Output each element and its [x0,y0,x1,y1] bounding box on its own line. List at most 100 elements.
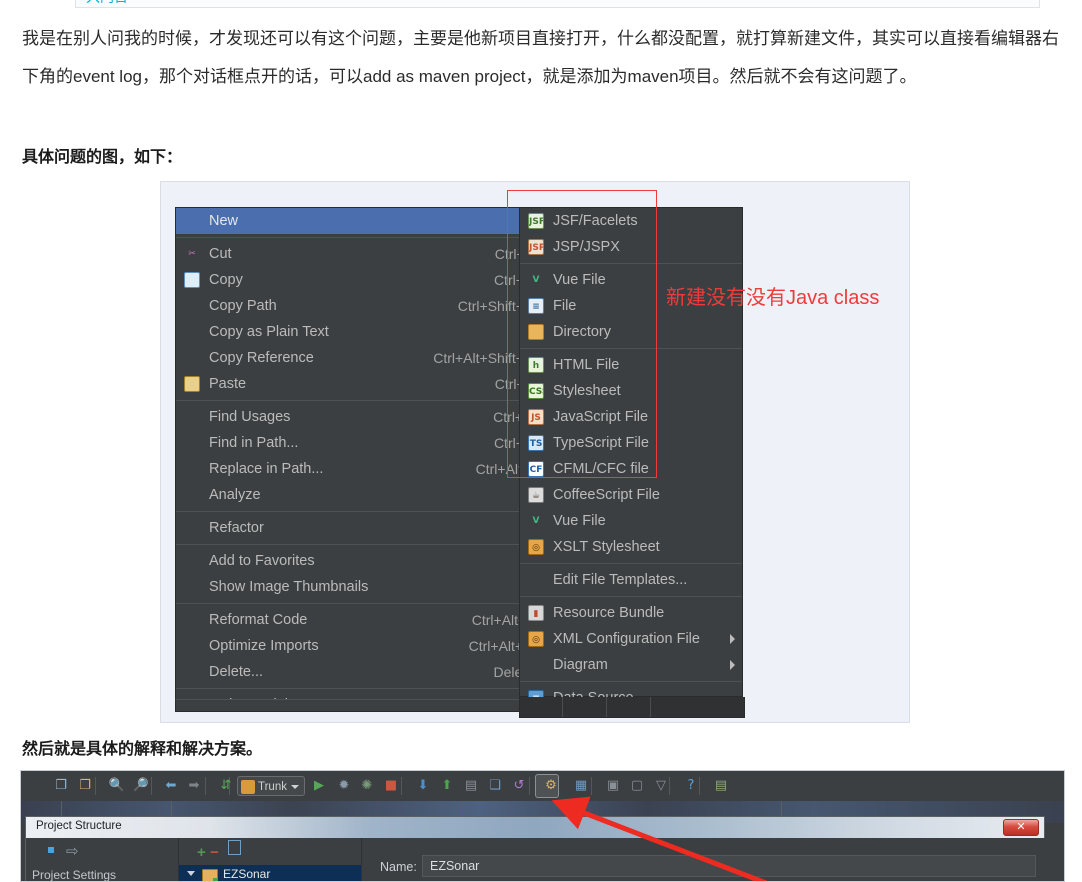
menu-item-replace-in-path[interactable]: Replace in Path... Ctrl+Alt+I [176,456,542,482]
new-submenu-footer [519,697,745,718]
back-arrow-icon[interactable]: ⬅ [161,776,181,796]
menu-item-label: Optimize Imports [209,638,319,654]
submenu-item-directory[interactable]: Directory [520,319,742,345]
menu-item-copy-as-plain-text[interactable]: Copy as Plain Text [176,319,542,345]
menu-item-copy-path[interactable]: Copy Path Ctrl+Shift+C [176,293,542,319]
new-file-icon[interactable]: ❐ [51,776,71,796]
menu-item-find-in-path[interactable]: Find in Path... Ctrl+H [176,430,542,456]
submenu-item-xslt-stylesheet[interactable]: ◎ XSLT Stylesheet [520,534,742,560]
menu-item-copy-reference[interactable]: Copy Reference Ctrl+Alt+Shift+C [176,345,542,371]
stop-icon[interactable]: ■ [381,776,401,796]
submenu-item-stylesheet[interactable]: CSS Stylesheet [520,378,742,404]
menu-item-add-to-favorites[interactable]: Add to Favorites [176,548,542,574]
context-menu[interactable]: New ✂ Cut Ctrl+X Copy Ctrl+C Copy Path Ctrl+Shi… [175,207,543,713]
copy-module-icon[interactable] [227,840,241,855]
name-input[interactable]: EZSonar [422,855,1036,877]
run-icon[interactable]: ▶ [309,776,329,796]
submenu-item-javascript-file[interactable]: JS JavaScript File [520,404,742,430]
submenu-item-cfml-cfc-file[interactable]: CF CFML/CFC file [520,456,742,482]
submenu-item-diagram[interactable]: Diagram [520,652,742,678]
module-toolbar[interactable]: + − [197,840,241,861]
menu-item-label: Copy Reference [209,350,314,366]
submenu-item-resource-bundle[interactable]: ▮ Resource Bundle [520,600,742,626]
menu-item-label: Copy Path [209,298,277,314]
menu-item-label: Find in Path... [209,435,299,451]
diff-icon[interactable]: ❏ [485,776,505,796]
menu-item-reformat-code[interactable]: Reformat Code Ctrl+Alt+L [176,607,542,633]
menu-item-label: Reformat Code [209,612,308,628]
menu-item-optimize-imports[interactable]: Optimize Imports Ctrl+Alt+O [176,633,542,659]
menu-item-show-image-thumbnails[interactable]: Show Image Thumbnails [176,574,542,600]
submenu-separator [520,263,742,264]
android-icon[interactable]: ▽ [651,776,671,796]
menu-item-label: Cut [209,246,232,262]
submenu-item-jsp-jspx[interactable]: JSP JSP/JSPX [520,234,742,260]
submenu-item-jsf-facelets[interactable]: JSF JSF/Facelets [520,208,742,234]
menu-item-label: Analyze [209,487,261,503]
menu-item-label: New [209,213,239,229]
menu-item-copy[interactable]: Copy Ctrl+C [176,267,542,293]
submenu-arrow-icon [730,634,735,644]
vcs-update-icon[interactable]: ⬇ [413,776,433,796]
submenu-item-label: Vue File [553,272,606,288]
search-icon[interactable]: 🔍 [107,776,127,796]
help-icon[interactable]: ? [681,776,701,796]
submenu-item-html-file[interactable]: h HTML File [520,352,742,378]
submenu-item-label: Vue File [553,513,606,529]
module-folder-icon [202,869,218,881]
menu-item-label: Delete... [209,664,263,680]
submenu-item-label: Directory [553,324,612,340]
html-file-icon: h [528,357,544,373]
vcs-branch-selector[interactable]: Trunk [237,776,305,796]
dialog-left-panel[interactable]: ⇨ Project Settings [26,838,178,881]
debug-icon[interactable]: ✹ [334,776,354,796]
submenu-item-coffeescript-file[interactable]: ☕ CoffeeScript File [520,482,742,508]
save-all-icon[interactable]: ▤ [711,776,731,796]
run-coverage-icon[interactable]: ✺ [357,776,377,796]
menu-item-paste[interactable]: Paste Ctrl+V [176,371,542,397]
module-tree-row[interactable]: EZSonar [179,865,361,881]
copy-icon [184,272,200,288]
safe-icon[interactable]: ▤ [461,776,481,796]
submenu-item-typescript-file[interactable]: TS TypeScript File [520,430,742,456]
open-file-icon[interactable]: ❐ [75,776,95,796]
add-module-icon[interactable]: + [197,844,206,861]
menu-item-new[interactable]: New [176,208,542,234]
menu-item-find-usages[interactable]: Find Usages Ctrl+G [176,404,542,430]
menu-item-delete[interactable]: Delete... Delete [176,659,542,685]
typescript-file-icon: TS [528,435,544,451]
context-menu-screenshot: New ✂ Cut Ctrl+X Copy Ctrl+C Copy Path Ctrl+Shi… [160,181,910,723]
jsf-file-icon: JSF [528,213,544,229]
revert-icon[interactable]: ↺ [509,776,529,796]
submenu-item-label: Diagram [553,657,608,673]
menu-item-label: Replace in Path... [209,461,324,477]
submenu-item-vue-file[interactable]: V Vue File [520,508,742,534]
submenu-item-label: JSP/JSPX [553,239,620,255]
menu-item-cut[interactable]: ✂ Cut Ctrl+X [176,241,542,267]
quoted-link-box: 入门日 [75,0,1040,8]
vcs-commit-icon[interactable]: ⬆ [437,776,457,796]
forward-arrow-icon[interactable]: ➡ [184,776,204,796]
menu-item-analyze[interactable]: Analyze [176,482,542,508]
javascript-file-icon: JS [528,409,544,425]
quoted-link-text[interactable]: 入门日 [86,0,128,7]
close-icon[interactable]: ✕ [1003,819,1039,836]
dialog-module-panel[interactable]: + − EZSonar [178,838,362,881]
search-structure-icon[interactable]: 🔎 [131,776,151,796]
menu-separator [176,688,542,689]
project-structure-icon[interactable]: ▦ [571,776,591,796]
remove-module-icon[interactable]: − [210,844,219,861]
menu-separator [176,400,542,401]
chevron-down-icon[interactable] [187,871,195,876]
settings-icon[interactable]: ⚙ [541,776,561,796]
ide-toolbar[interactable]: Trunk ❐ ❐ 🔍 🔎 ⬅ ➡ ⇵ ▶ ✹ ✺ ■ ⬇ ⬆ ▤ ❏ ↺ ⚙ ▦ ▣ ▢ ▽? ▤ [21,771,1064,801]
menu-item-label: Show Image Thumbnails [209,579,369,595]
avd-manager-icon[interactable]: ▢ [627,776,647,796]
update-project-icon[interactable]: ⇵ [216,776,236,796]
submenu-item-label: Stylesheet [553,383,621,399]
sdk-manager-icon[interactable]: ▣ [603,776,623,796]
menu-item-refactor[interactable]: Refactor [176,515,542,541]
dialog-title-bar[interactable]: Project Structure ✕ [26,817,1044,838]
submenu-item-edit-file-templates[interactable]: Edit File Templates... [520,567,742,593]
submenu-item-xml-configuration-file[interactable]: ◎ XML Configuration File [520,626,742,652]
